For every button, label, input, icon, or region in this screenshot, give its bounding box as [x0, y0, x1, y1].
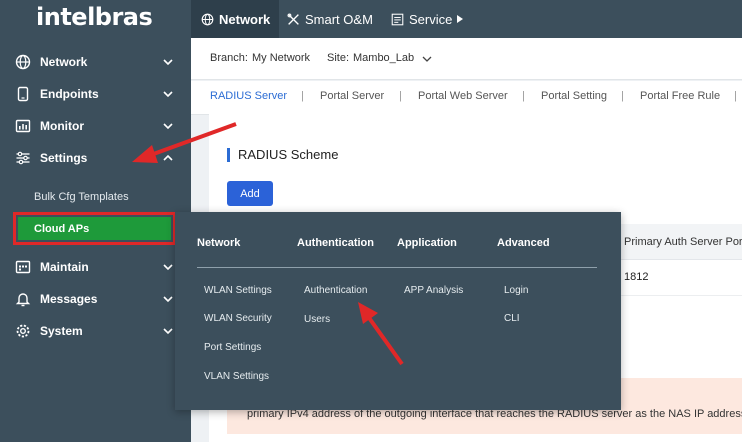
menu-item-wlan-security[interactable]: WLAN Security [204, 313, 272, 324]
menu-item-login[interactable]: Login [504, 285, 528, 296]
menu-item-port-settings[interactable]: Port Settings [204, 342, 261, 353]
settings-mega-menu: Network Authentication Application Advan… [175, 212, 621, 410]
sidebar-item-label: Monitor [40, 119, 84, 133]
chevron-up-icon [163, 154, 173, 161]
menu-column-header-network: Network [197, 237, 241, 249]
chevron-down-icon [163, 296, 173, 303]
tab-portal-setting[interactable]: Portal Setting [541, 90, 607, 102]
portal-tabs: RADIUS Server | Portal Server | Portal W… [191, 81, 742, 115]
menu-column-header-advanced: Advanced [497, 237, 550, 249]
table-cell-port: 1812 [605, 260, 742, 296]
chevron-down-icon [163, 123, 173, 130]
chart-icon [15, 119, 31, 133]
tab-portal-free-rule[interactable]: Portal Free Rule [640, 90, 720, 102]
tab-separator: | [621, 90, 624, 102]
chevron-down-icon [163, 91, 173, 98]
tab-separator: | [734, 90, 737, 102]
branch-value[interactable]: My Network [252, 52, 310, 64]
menu-column-header-authentication: Authentication [297, 237, 374, 249]
tools-icon [287, 12, 299, 25]
branch-site-bar: Branch: My Network Site: Mambo_Lab [191, 38, 742, 80]
menu-item-vlan-settings[interactable]: VLAN Settings [204, 371, 269, 382]
menu-item-users[interactable]: Users [304, 314, 330, 325]
chevron-down-icon[interactable] [422, 55, 432, 63]
brand-logo: intelbras [36, 3, 153, 31]
menu-item-cli[interactable]: CLI [504, 313, 520, 324]
sidebar-item-label: Network [40, 55, 88, 69]
site-label: Site: [327, 52, 350, 64]
tab-radius-server[interactable]: RADIUS Server [210, 90, 287, 102]
bell-icon [15, 293, 31, 307]
menu-column-header-application: Application [397, 237, 457, 249]
sidebar-subitem-cloud-aps-highlight[interactable]: Cloud APs [13, 212, 176, 245]
add-button[interactable]: Add [227, 181, 273, 206]
globe-icon [15, 54, 31, 70]
chevron-down-icon [163, 264, 173, 271]
top-tab-label: Smart O&M [305, 11, 373, 27]
sidebar-item-label: Settings [40, 151, 88, 165]
sidebar-item-label: Endpoints [40, 87, 99, 101]
sidebar-item-network[interactable]: Network [0, 46, 191, 78]
sliders-icon [16, 151, 30, 165]
tab-separator: | [522, 90, 525, 102]
menu-divider [197, 267, 597, 268]
sidebar-item-label: Messages [40, 292, 98, 306]
top-tab-smart-om[interactable]: Smart O&M [287, 0, 373, 38]
chevron-down-icon [163, 328, 173, 335]
sidebar: intelbras Network Endpoints Monitor Sett… [0, 0, 191, 442]
top-tab-label: Service [409, 11, 453, 27]
sidebar-item-label: Maintain [40, 260, 89, 274]
menu-item-app-analysis[interactable]: APP Analysis [404, 285, 463, 296]
sidebar-item-label: System [40, 324, 83, 338]
sidebar-item-system[interactable]: System [0, 315, 191, 347]
sidebar-item-monitor[interactable]: Monitor [0, 110, 191, 142]
tab-separator: | [399, 90, 402, 102]
sidebar-item-maintain[interactable]: Maintain [0, 251, 191, 283]
sidebar-subitem-bulk-cfg-templates[interactable]: Bulk Cfg Templates [34, 191, 129, 203]
sidebar-item-messages[interactable]: Messages [0, 283, 191, 315]
sidebar-item-settings[interactable]: Settings [0, 142, 191, 174]
tab-portal-web-server[interactable]: Portal Web Server [418, 90, 508, 102]
list-icon [391, 13, 404, 25]
globe-icon [201, 13, 214, 25]
tab-separator: | [301, 90, 304, 102]
site-value[interactable]: Mambo_Lab [353, 52, 414, 64]
branch-label: Branch: [210, 52, 248, 64]
table-header-primary-auth-server-port: Primary Auth Server Port [605, 224, 742, 260]
device-icon [17, 86, 29, 102]
menu-item-wlan-settings[interactable]: WLAN Settings [204, 285, 272, 296]
top-navigation-bar: Network Smart O&M Service [191, 0, 742, 38]
calendar-icon [15, 260, 31, 274]
gear-icon [16, 324, 30, 338]
sidebar-subitem-cloud-aps[interactable]: Cloud APs [18, 217, 171, 240]
top-tab-service[interactable]: Service [391, 0, 464, 38]
top-tab-network[interactable]: Network [191, 0, 279, 38]
top-tab-label: Network [219, 11, 271, 27]
sidebar-item-endpoints[interactable]: Endpoints [0, 78, 191, 110]
section-title: RADIUS Scheme [227, 148, 338, 162]
chevron-down-icon [163, 59, 173, 66]
tab-portal-server[interactable]: Portal Server [320, 90, 384, 102]
caret-right-icon [457, 15, 464, 23]
menu-item-authentication[interactable]: Authentication [304, 285, 367, 296]
